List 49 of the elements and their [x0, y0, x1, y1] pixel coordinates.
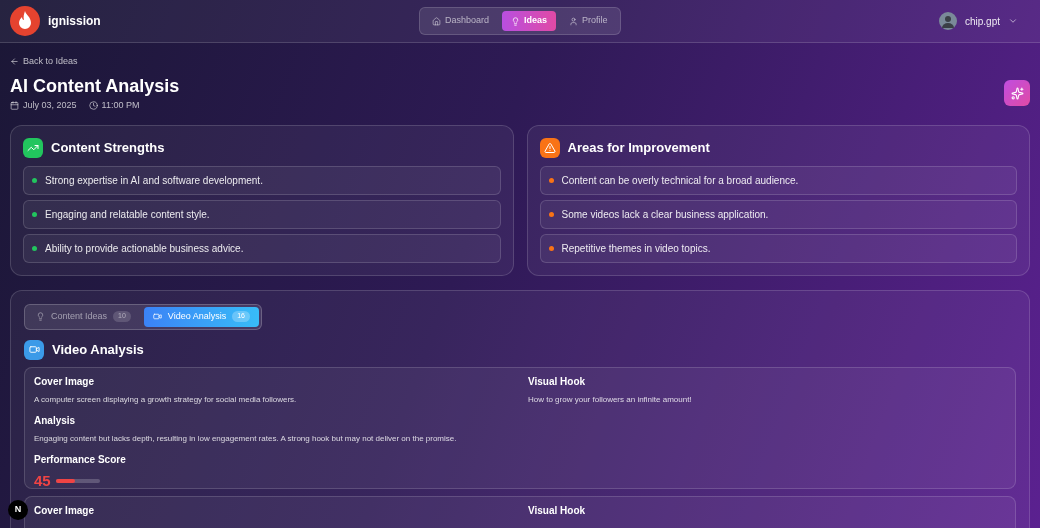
panel-title: Content Strengths: [51, 138, 165, 157]
nav-tab[interactable]: Ideas: [502, 11, 557, 31]
score-value: 45: [34, 470, 51, 491]
calendar-icon: [10, 101, 19, 111]
panel-title: Areas for Improvement: [567, 138, 710, 157]
field-text: Engaging content but lacks depth, resulting in low engagement rates. A strong hook but may not deliver on the promise.: [34, 432, 458, 445]
field-label: Visual Hook: [528, 374, 587, 389]
item-text: Some videos lack a clear business application.: [561, 207, 769, 222]
section-title: Video Analysis: [52, 340, 144, 359]
bullet-icon: [548, 177, 554, 183]
bullet-icon: [548, 245, 554, 251]
field-label: Performance Score: [34, 452, 127, 467]
chevron-down-icon[interactable]: [1008, 16, 1018, 26]
user-icon: [569, 16, 579, 26]
field-label: Visual Hook: [528, 503, 587, 518]
field-label: Analysis: [34, 413, 77, 428]
brand-name: ignission: [48, 13, 101, 30]
lightbulb-icon: [511, 16, 521, 26]
field-label: Cover Image: [34, 374, 96, 389]
sparkle-button[interactable]: [1004, 80, 1030, 106]
item-text: Engaging and relatable content style.: [45, 207, 210, 222]
bullet-icon: [32, 245, 37, 251]
video-camera-icon: [152, 312, 162, 321]
page-title: AI Content Analysis: [10, 74, 180, 97]
avatar[interactable]: [938, 12, 957, 30]
dev-badge[interactable]: N: [8, 500, 28, 520]
item-text: Ability to provide actionable business advice.: [45, 241, 244, 256]
back-link[interactable]: Back to Ideas: [10, 55, 180, 69]
item-text: Strong expertise in AI and software development.: [45, 173, 263, 188]
home-icon: [432, 16, 442, 26]
video-camera-icon: [24, 339, 44, 360]
nav-tab[interactable]: Profile: [560, 11, 617, 31]
bullet-icon: [32, 177, 37, 183]
flame-logo-icon: [10, 6, 40, 36]
field-text: A computer screen displaying a growth strategy for social media followers.: [34, 393, 298, 406]
bullet-icon: [32, 211, 37, 217]
time-text: 11:00 PM: [101, 99, 140, 112]
clock-icon: [88, 101, 98, 111]
date-text: July 03, 2025: [23, 99, 77, 112]
user-name[interactable]: chip.gpt: [964, 13, 1000, 29]
field-label: Cover Image: [34, 503, 96, 518]
item-text: Repetitive themes in video topics.: [561, 241, 711, 256]
nav-tab[interactable]: Dashboard: [423, 11, 499, 31]
bullet-icon: [548, 211, 554, 217]
item-text: Content can be overly technical for a broad audience.: [561, 173, 799, 188]
lightbulb-icon: [36, 312, 45, 321]
arrow-left-icon: [10, 57, 19, 67]
sparkles-icon: [1010, 86, 1024, 100]
field-text: How to grow your followers an infinite amount!: [528, 393, 693, 406]
